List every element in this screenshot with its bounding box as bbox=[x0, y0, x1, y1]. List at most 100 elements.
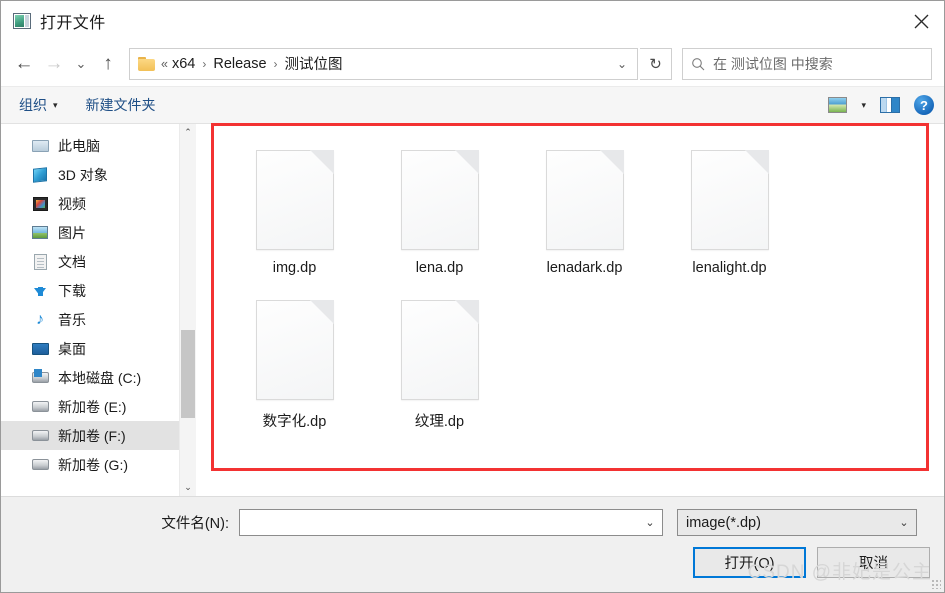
window-title: 打开文件 bbox=[40, 15, 106, 32]
breadcrumb-item-1[interactable]: Release bbox=[213, 56, 266, 72]
breadcrumb-item-2[interactable]: 测试位图 bbox=[285, 53, 343, 74]
list-item[interactable]: 数字化.dp bbox=[222, 296, 367, 446]
sidebar-item-label: 视频 bbox=[58, 195, 86, 212]
sidebar-item-label: 此电脑 bbox=[58, 137, 100, 154]
sidebar-item-music[interactable]: ♪ 音乐 bbox=[1, 305, 179, 334]
blank-document-icon bbox=[690, 150, 769, 250]
help-icon[interactable]: ? bbox=[914, 95, 934, 115]
organize-label: 组织 bbox=[19, 97, 47, 113]
sidebar-item-label: 新加卷 (E:) bbox=[58, 398, 127, 415]
pc-icon bbox=[31, 137, 49, 155]
chevron-down-icon[interactable]: ⌄ bbox=[893, 510, 915, 535]
scroll-down-icon[interactable]: ⌄ bbox=[180, 479, 196, 496]
chevron-right-icon: › bbox=[202, 56, 207, 71]
sidebar-item-label: 本地磁盘 (C:) bbox=[58, 369, 142, 386]
search-placeholder: 在 测试位图 中搜索 bbox=[713, 55, 833, 72]
file-name: 数字化.dp bbox=[262, 414, 327, 430]
file-grid: img.dp lena.dp lenadark.dp lenalight.dp … bbox=[222, 146, 944, 446]
sidebar-item-downloads[interactable]: 下载 bbox=[1, 276, 179, 305]
downloads-icon bbox=[31, 282, 49, 300]
windows-drive-icon bbox=[31, 369, 49, 387]
blank-document-icon bbox=[255, 300, 334, 400]
sidebar-item-label: 新加卷 (F:) bbox=[58, 427, 126, 444]
dialog-footer: 文件名(N): ⌄ image(*.dp) ⌄ 打开(O) 取消 CSDN @非… bbox=[1, 496, 944, 592]
scrollbar-thumb[interactable] bbox=[181, 330, 195, 419]
sidebar-item-label: 3D 对象 bbox=[58, 166, 108, 183]
sidebar-item-videos[interactable]: 视频 bbox=[1, 189, 179, 218]
back-button[interactable]: ← bbox=[9, 49, 39, 79]
filename-input[interactable] bbox=[246, 514, 639, 531]
filetype-select[interactable]: image(*.dp) ⌄ bbox=[677, 509, 917, 536]
file-list-pane[interactable]: img.dp lena.dp lenadark.dp lenalight.dp … bbox=[196, 124, 944, 496]
filename-label: 文件名(N): bbox=[161, 516, 229, 532]
blank-document-icon bbox=[400, 300, 479, 400]
scroll-up-icon[interactable]: ⌃ bbox=[180, 124, 196, 141]
refresh-button[interactable]: ↻ bbox=[640, 47, 672, 80]
blank-document-icon bbox=[255, 150, 334, 250]
filename-combobox[interactable]: ⌄ bbox=[239, 509, 663, 536]
app-icon bbox=[13, 13, 31, 29]
organize-button[interactable]: 组织 ▾ bbox=[19, 95, 58, 115]
chevron-down-icon: ▾ bbox=[53, 99, 58, 110]
search-icon bbox=[691, 57, 705, 71]
breadcrumb-overflow[interactable]: « bbox=[161, 57, 168, 71]
open-button[interactable]: 打开(O) bbox=[693, 547, 806, 578]
sidebar-item-volume-g[interactable]: 新加卷 (G:) bbox=[1, 450, 179, 479]
drive-icon bbox=[31, 427, 49, 445]
chevron-right-icon: › bbox=[273, 56, 278, 71]
navigation-bar: ← → ⌄ ↑ « x64 › Release › 测试位图 ⌄ ↻ 在 测试位… bbox=[1, 41, 944, 86]
list-item[interactable]: img.dp bbox=[222, 146, 367, 296]
command-bar: 组织 ▾ 新建文件夹 ▾ ? bbox=[1, 86, 944, 124]
drive-icon bbox=[31, 456, 49, 474]
folder-icon bbox=[138, 56, 155, 71]
file-name: lena.dp bbox=[415, 260, 464, 276]
list-item[interactable]: lenadark.dp bbox=[512, 146, 657, 296]
sidebar-item-3d-objects[interactable]: 3D 对象 bbox=[1, 160, 179, 189]
videos-icon bbox=[31, 195, 49, 213]
new-folder-button[interactable]: 新建文件夹 bbox=[86, 95, 156, 115]
dialog-body: 此电脑 3D 对象 视频 图片 文档 下载 ♪ 音乐 桌面 本地磁盘 (C:) … bbox=[1, 124, 944, 496]
chevron-down-icon[interactable]: ⌄ bbox=[609, 49, 635, 79]
sidebar-item-label: 文档 bbox=[58, 253, 86, 270]
sidebar-item-desktop[interactable]: 桌面 bbox=[1, 334, 179, 363]
music-icon: ♪ bbox=[36, 310, 44, 328]
address-bar[interactable]: « x64 › Release › 测试位图 ⌄ bbox=[129, 47, 638, 80]
file-name: 纹理.dp bbox=[414, 414, 465, 430]
sidebar-item-label: 下载 bbox=[58, 282, 86, 299]
3d-objects-icon bbox=[31, 166, 49, 184]
list-item[interactable]: lena.dp bbox=[367, 146, 512, 296]
search-box[interactable]: 在 测试位图 中搜索 bbox=[682, 47, 932, 80]
cancel-button[interactable]: 取消 bbox=[817, 547, 930, 578]
sidebar-item-local-disk-c[interactable]: 本地磁盘 (C:) bbox=[1, 363, 179, 392]
file-name: img.dp bbox=[272, 260, 317, 276]
recent-locations-button[interactable]: ⌄ bbox=[69, 49, 93, 79]
view-mode-icon[interactable] bbox=[828, 97, 848, 113]
sidebar-item-volume-e[interactable]: 新加卷 (E:) bbox=[1, 392, 179, 421]
documents-icon bbox=[31, 253, 49, 271]
list-item[interactable]: lenalight.dp bbox=[657, 146, 802, 296]
forward-button: → bbox=[44, 52, 64, 74]
filename-row: 文件名(N): ⌄ image(*.dp) ⌄ bbox=[1, 497, 944, 536]
desktop-icon bbox=[31, 340, 49, 358]
breadcrumb: « x64 › Release › 测试位图 bbox=[161, 53, 609, 74]
list-item[interactable]: 纹理.dp bbox=[367, 296, 512, 446]
preview-pane-icon[interactable] bbox=[880, 97, 900, 113]
close-icon[interactable] bbox=[898, 1, 944, 41]
chevron-down-icon[interactable]: ▾ bbox=[861, 100, 866, 111]
blank-document-icon bbox=[545, 150, 624, 250]
sidebar-item-pictures[interactable]: 图片 bbox=[1, 218, 179, 247]
chevron-down-icon[interactable]: ⌄ bbox=[639, 510, 661, 535]
sidebar-item-documents[interactable]: 文档 bbox=[1, 247, 179, 276]
sidebar-item-volume-f[interactable]: 新加卷 (F:) bbox=[1, 421, 179, 450]
breadcrumb-item-0[interactable]: x64 bbox=[172, 56, 195, 72]
button-row: 打开(O) 取消 bbox=[1, 536, 944, 578]
file-name: lenalight.dp bbox=[692, 260, 767, 276]
navigation-pane-scrollbar[interactable]: ⌃ ⌄ bbox=[179, 124, 196, 496]
navigation-pane: 此电脑 3D 对象 视频 图片 文档 下载 ♪ 音乐 桌面 本地磁盘 (C:) … bbox=[1, 124, 179, 496]
file-name: lenadark.dp bbox=[546, 260, 623, 276]
drive-icon bbox=[31, 398, 49, 416]
resize-grip[interactable] bbox=[931, 579, 941, 589]
up-button[interactable]: ↑ bbox=[93, 49, 123, 79]
sidebar-item-this-pc[interactable]: 此电脑 bbox=[1, 131, 179, 160]
scrollbar-track[interactable] bbox=[180, 141, 196, 479]
